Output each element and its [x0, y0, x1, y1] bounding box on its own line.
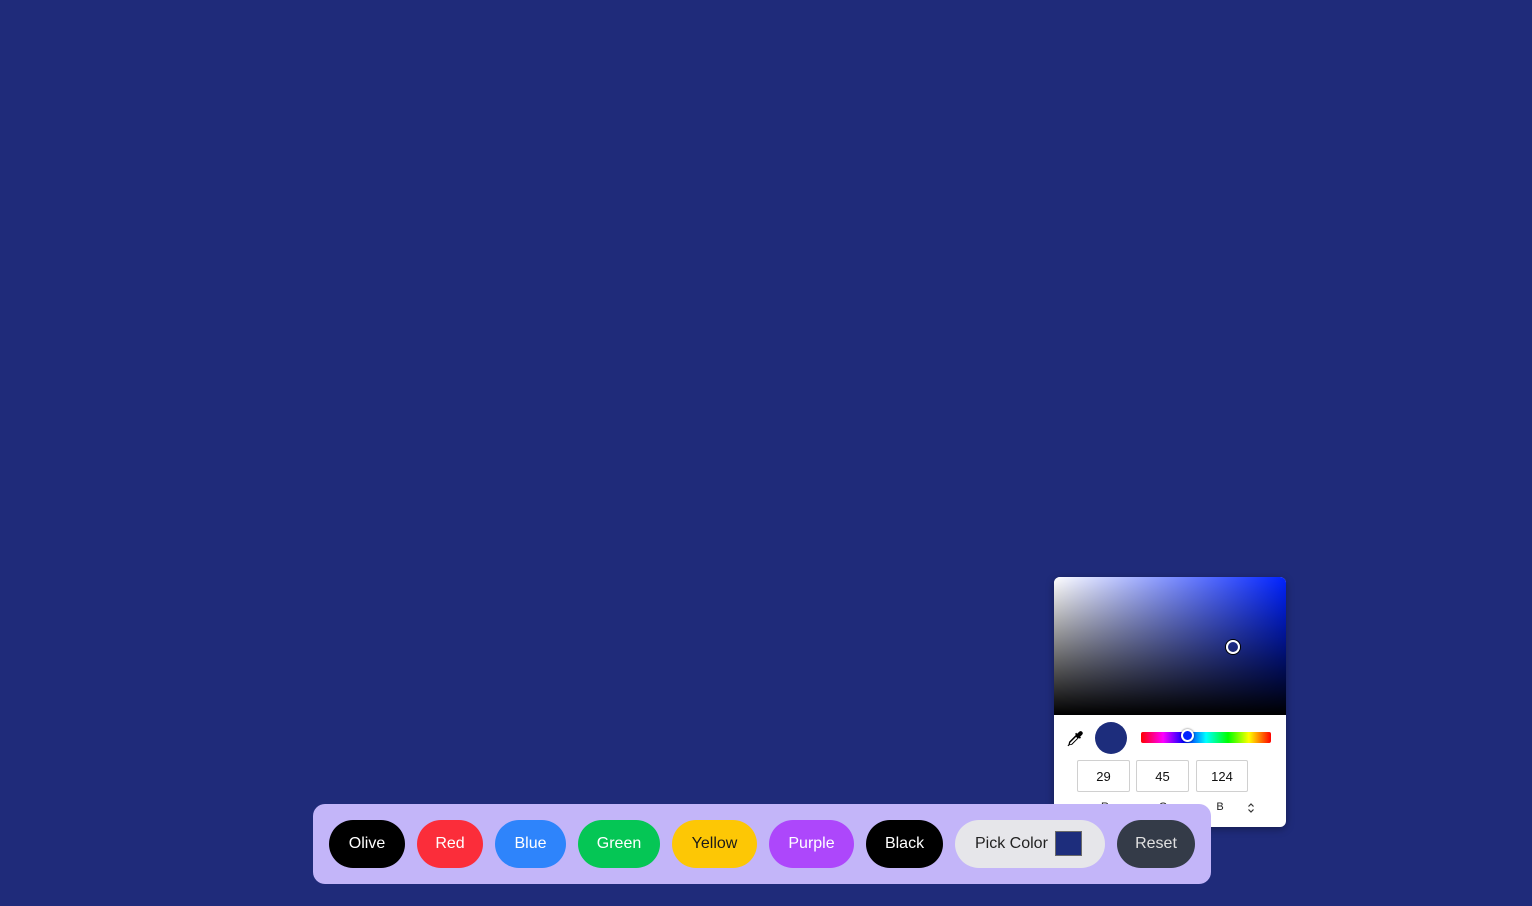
canvas-background: R G B Olive Red Blue Green Yellow Purple…: [0, 0, 1532, 906]
green-input[interactable]: [1136, 760, 1189, 792]
blue-button[interactable]: Blue: [495, 820, 566, 868]
yellow-button[interactable]: Yellow: [672, 820, 757, 868]
saturation-value-area[interactable]: [1054, 577, 1286, 715]
blue-label: B: [1216, 801, 1224, 813]
pick-color-label: Pick Color: [975, 835, 1048, 852]
red-input[interactable]: [1077, 760, 1130, 792]
blue-input[interactable]: [1196, 760, 1248, 792]
black-button[interactable]: Black: [866, 820, 943, 868]
eyedropper-icon[interactable]: [1066, 730, 1084, 748]
up-down-arrows-icon[interactable]: [1244, 801, 1258, 815]
color-picker-popup: R G B: [1054, 577, 1286, 827]
reset-button[interactable]: Reset: [1117, 820, 1195, 868]
color-toolbar: Olive Red Blue Green Yellow Purple Black…: [313, 804, 1211, 884]
color-swatch-input[interactable]: [1055, 831, 1082, 856]
saturation-value-handle[interactable]: [1225, 640, 1240, 655]
red-button[interactable]: Red: [417, 820, 483, 868]
olive-button[interactable]: Olive: [329, 820, 405, 868]
pick-color-button[interactable]: Pick Color: [955, 820, 1105, 868]
purple-button[interactable]: Purple: [769, 820, 854, 868]
hue-handle[interactable]: [1180, 729, 1194, 742]
green-button[interactable]: Green: [578, 820, 660, 868]
hue-slider[interactable]: [1141, 729, 1271, 743]
color-preview: [1095, 722, 1127, 754]
